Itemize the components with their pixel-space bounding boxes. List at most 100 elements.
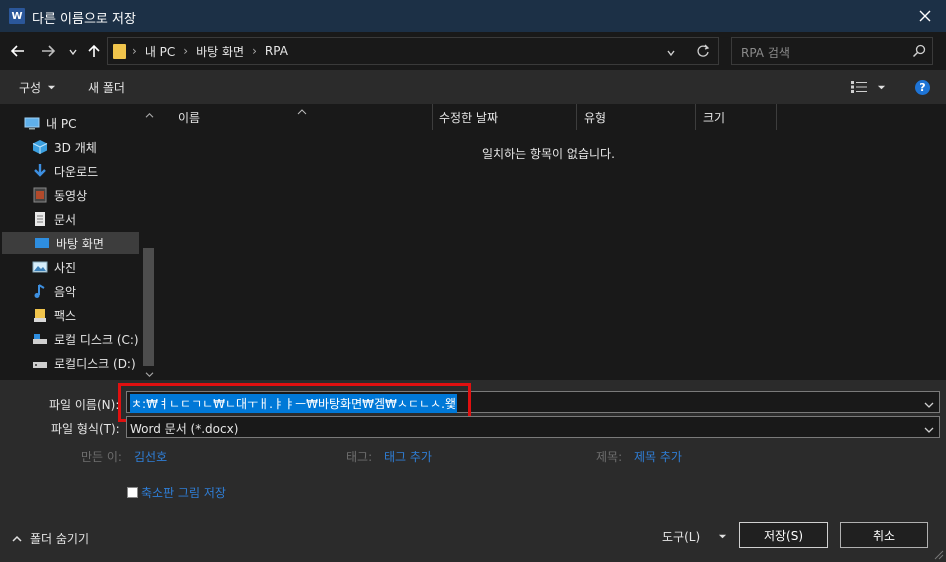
filetype-select[interactable]: Word 문서 (*.docx) [126, 416, 940, 438]
sidebar-item-label: 바탕 화면 [56, 236, 104, 251]
sort-ascending-icon [297, 104, 307, 118]
navigation-bar: › 내 PC › 바탕 화면 › RPA RPA 검색 [0, 32, 946, 70]
tools-label: 도구(L) [662, 530, 701, 544]
sidebar-item-documents[interactable]: 문서 [0, 208, 140, 230]
help-icon[interactable]: ? [915, 80, 930, 95]
empty-folder-message: 일치하는 항목이 없습니다. [482, 147, 615, 161]
sidebar-item-3d-objects[interactable]: 3D 개체 [0, 136, 140, 158]
save-form: 파일 이름(N): ㅊ:₩ㅕㄴㄷㄱㄴ₩ㄴ대ㅜㅐ.ㅑㅑㅡ₩바탕화면₩겜₩ㅅㄷㄴㅅ.… [0, 380, 946, 562]
address-dropdown-icon[interactable] [666, 47, 676, 61]
column-divider[interactable] [776, 104, 777, 130]
word-icon: W [9, 8, 25, 24]
resize-grip-icon[interactable] [932, 548, 944, 562]
thumbnail-checkbox[interactable] [127, 487, 138, 498]
tags-add-link[interactable]: 태그 추가 [384, 448, 432, 465]
title-add-link[interactable]: 제목 추가 [634, 448, 682, 465]
sidebar-item-label: 내 PC [46, 116, 77, 131]
cancel-button[interactable]: 취소 [840, 522, 928, 548]
title-label: 제목: [596, 450, 623, 464]
sidebar-item-desktop[interactable]: 바탕 화면 [2, 232, 139, 254]
sidebar-scroll-up-icon[interactable] [145, 108, 154, 122]
breadcrumb-separator-icon: › [132, 44, 137, 58]
picture-icon [32, 259, 48, 275]
tools-chevron-icon [719, 534, 727, 539]
filetype-dropdown-icon[interactable] [924, 423, 934, 437]
sidebar-item-label: 음악 [54, 284, 77, 299]
organize-label: 구성 [19, 81, 42, 95]
sidebar-item-label: 로컬 디스크 (C:) [54, 332, 139, 347]
pc-icon [24, 115, 40, 131]
breadcrumb-item-rpa[interactable]: RPA [265, 44, 288, 58]
video-icon [32, 187, 48, 203]
sidebar-item-drive-d[interactable]: 로컬디스크 (D:) [0, 352, 140, 374]
cancel-button-label: 취소 [872, 528, 896, 543]
author-value[interactable]: 김선호 [134, 448, 167, 465]
search-box[interactable]: RPA 검색 [731, 37, 933, 65]
column-divider[interactable] [695, 104, 696, 130]
column-divider[interactable] [576, 104, 577, 130]
hide-folders-label: 폴더 숨기기 [30, 532, 90, 546]
search-icon[interactable] [912, 44, 926, 61]
breadcrumb: › 내 PC › 바탕 화면 › RPA [132, 38, 288, 64]
column-header-type[interactable]: 유형 [584, 109, 606, 126]
back-arrow-icon[interactable] [10, 43, 26, 62]
column-divider[interactable] [432, 104, 433, 130]
sidebar-item-label: 문서 [54, 212, 77, 227]
fax-icon [32, 307, 48, 323]
thumbnail-label[interactable]: 축소판 그림 저장 [141, 484, 226, 501]
sidebar-scrollbar-thumb[interactable] [143, 248, 154, 366]
drive-icon [32, 331, 48, 347]
sidebar-item-label: 3D 개체 [54, 140, 97, 155]
sidebar-item-pictures[interactable]: 사진 [0, 256, 140, 278]
sidebar-item-label: 사진 [54, 260, 77, 275]
sidebar-scroll-down-icon[interactable] [145, 367, 154, 380]
save-button[interactable]: 저장(S) [739, 522, 828, 548]
save-button-label: 저장(S) [763, 528, 804, 543]
recent-locations-chevron-icon[interactable] [68, 46, 78, 60]
drive-icon [32, 355, 48, 371]
column-header-date-modified[interactable]: 수정한 날짜 [439, 109, 498, 126]
hide-folders-toggle[interactable]: 폴더 숨기기 [12, 530, 89, 547]
sidebar-item-downloads[interactable]: 다운로드 [0, 160, 140, 182]
refresh-icon[interactable] [696, 44, 710, 61]
view-options-icon[interactable] [851, 81, 886, 93]
desktop-icon [34, 235, 50, 251]
new-folder-button[interactable]: 새 폴더 [88, 79, 125, 96]
search-placeholder: RPA 검색 [741, 46, 790, 60]
command-toolbar: 구성 새 폴더 ? [0, 70, 946, 104]
up-arrow-icon[interactable] [86, 43, 102, 62]
sidebar-item-fax[interactable]: 팩스 [0, 304, 140, 326]
sidebar-item-music[interactable]: 음악 [0, 280, 140, 302]
filename-dropdown-icon[interactable] [924, 398, 934, 412]
document-icon [32, 211, 48, 227]
author-label: 만든 이: [81, 450, 122, 464]
organize-menu[interactable]: 구성 [19, 79, 56, 96]
title-bar: W 다른 이름으로 저장 [0, 0, 946, 32]
sidebar-item-my-pc[interactable]: 내 PC [0, 112, 140, 134]
sidebar-item-drive-c[interactable]: 로컬 디스크 (C:) [0, 328, 140, 350]
tools-menu[interactable]: 도구(L) [662, 528, 727, 545]
filetype-label: 파일 형식(T): [51, 422, 120, 436]
sidebar-item-videos[interactable]: 동영상 [0, 184, 140, 206]
breadcrumb-item-desktop[interactable]: 바탕 화면 [196, 43, 244, 60]
column-header-size[interactable]: 크기 [703, 109, 725, 126]
sidebar-item-label: 동영상 [54, 188, 88, 203]
close-icon[interactable] [912, 4, 938, 28]
chevron-up-icon [12, 535, 22, 542]
navigation-pane[interactable]: 내 PC 3D 개체 다운로드 동영상 문서 바탕 화면 사진 음악 팩스 로컬… [0, 104, 158, 380]
forward-arrow-icon[interactable] [40, 43, 56, 62]
sidebar-item-label: 팩스 [54, 308, 77, 323]
address-bar[interactable]: › 내 PC › 바탕 화면 › RPA [107, 37, 719, 65]
filetype-value: Word 문서 (*.docx) [130, 422, 239, 436]
breadcrumb-item-my-pc[interactable]: 내 PC [145, 43, 175, 60]
column-header-name[interactable]: 이름 [178, 109, 200, 126]
file-list[interactable]: 이름 수정한 날짜 유형 크기 일치하는 항목이 없습니다. [158, 104, 946, 380]
window-title: 다른 이름으로 저장 [32, 12, 136, 27]
folder-icon [113, 44, 126, 59]
breadcrumb-separator-icon: › [252, 44, 257, 58]
breadcrumb-separator-icon: › [183, 44, 189, 58]
filename-label: 파일 이름(N): [49, 398, 120, 412]
music-icon [32, 283, 48, 299]
download-icon [32, 163, 48, 179]
organize-chevron-icon [47, 85, 56, 90]
